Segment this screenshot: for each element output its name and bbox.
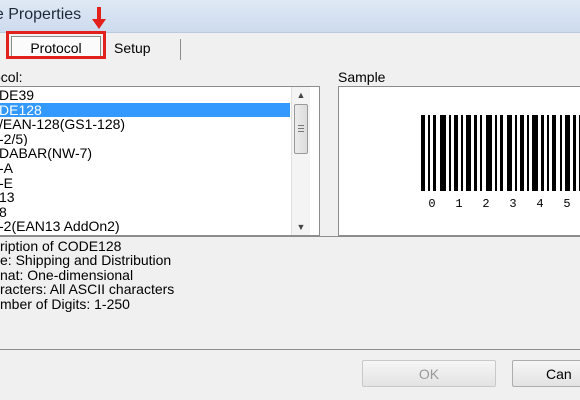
- list-item[interactable]: DABAR(NW-7): [0, 146, 290, 161]
- sample-digit: 4: [536, 197, 543, 211]
- scroll-up-icon[interactable]: ▲: [292, 87, 310, 103]
- tab-setup[interactable]: Setup: [114, 39, 181, 61]
- sample-digit: 0: [428, 197, 435, 211]
- ok-button[interactable]: OK: [362, 360, 496, 387]
- protocol-listbox[interactable]: DE39 DE128 /EAN-128(GS1-128) -2/5) DABAR…: [0, 86, 320, 236]
- description-line: mber of Digits: 1-250: [0, 295, 130, 312]
- description-area: ription of CODE128 e: Shipping and Distr…: [0, 236, 580, 350]
- list-item[interactable]: -2/5): [0, 132, 290, 147]
- sample-digit: 1: [455, 197, 462, 211]
- protocol-label: ocol:: [0, 69, 23, 85]
- highlight-box: [6, 31, 106, 59]
- protocol-panel: ocol: Sample DE39 DE128 /EAN-128(GS1-128…: [0, 60, 580, 400]
- title-bar: de Properties: [0, 0, 580, 33]
- cancel-button[interactable]: Can: [512, 360, 580, 387]
- list-item-selected[interactable]: DE128: [0, 102, 290, 118]
- list-item[interactable]: 13: [0, 190, 290, 205]
- sample-label: Sample: [338, 69, 386, 85]
- properties-dialog: de Properties Protocol Setup ocol: Sampl…: [0, 0, 580, 400]
- arrow-down-icon: [92, 7, 106, 29]
- list-item[interactable]: -2(EAN13 AddOn2): [0, 219, 290, 234]
- list-item[interactable]: -A: [0, 161, 290, 176]
- list-item[interactable]: DE39: [0, 88, 290, 103]
- protocol-list: DE39 DE128 /EAN-128(GS1-128) -2/5) DABAR…: [0, 88, 290, 234]
- list-item[interactable]: 8: [0, 205, 290, 220]
- sample-digit: 2: [482, 197, 489, 211]
- sample-digit: 3: [509, 197, 516, 211]
- sample-digit: 5: [563, 197, 570, 211]
- vertical-scrollbar[interactable]: ▲ ▼: [291, 87, 310, 235]
- window-title: de Properties: [0, 6, 82, 23]
- description-line: e: Shipping and Distribution: [0, 252, 172, 269]
- description-line: ription of CODE128: [0, 238, 122, 254]
- list-item[interactable]: -E: [0, 176, 290, 191]
- description-line: racters: All ASCII characters: [0, 281, 175, 298]
- barcode-image: 0 1 2 3 4 5: [421, 115, 580, 211]
- list-item[interactable]: /EAN-128(GS1-128): [0, 117, 290, 132]
- scroll-down-icon[interactable]: ▼: [292, 219, 310, 235]
- description-line: nat: One-dimensional: [0, 266, 134, 283]
- sample-preview: 0 1 2 3 4 5: [338, 86, 580, 236]
- scroll-thumb[interactable]: [294, 104, 308, 154]
